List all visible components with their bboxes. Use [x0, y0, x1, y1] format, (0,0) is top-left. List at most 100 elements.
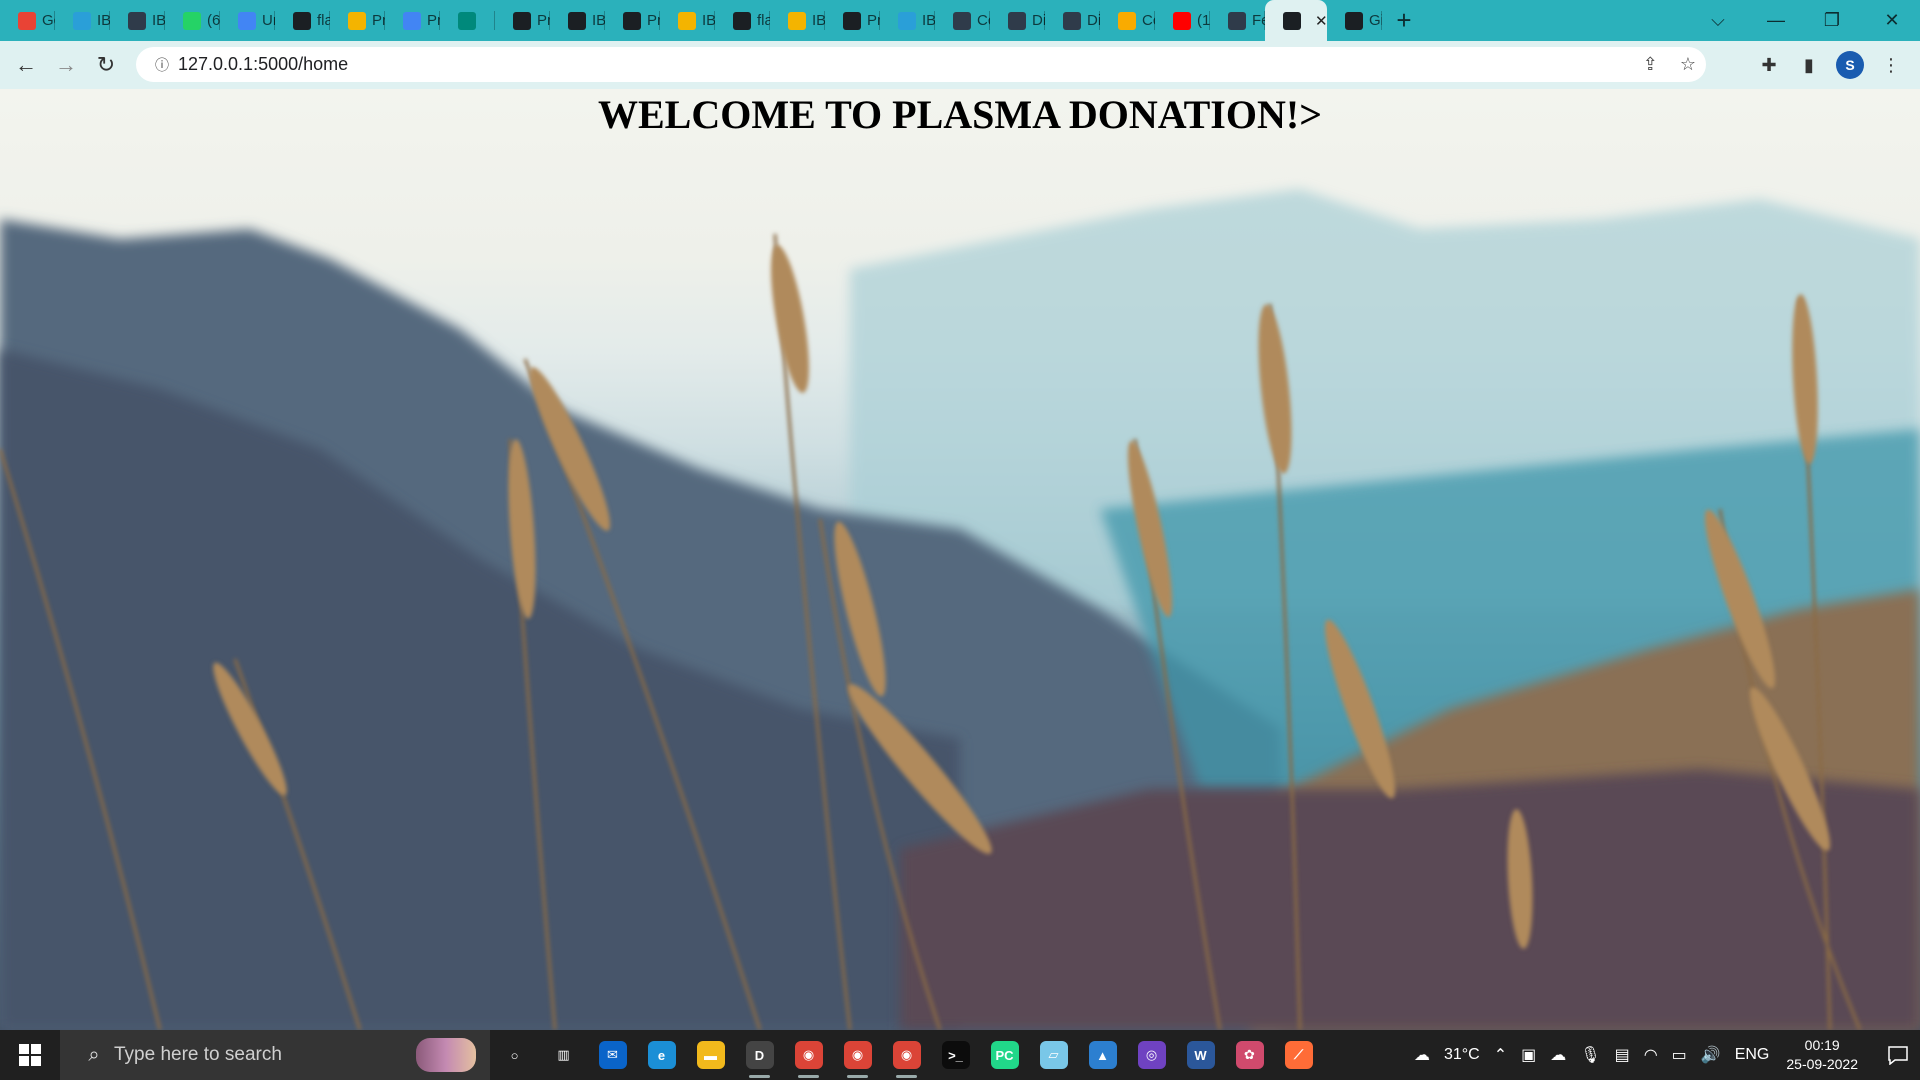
tab[interactable]: IB [550, 0, 605, 41]
tab[interactable]: Di [990, 0, 1045, 41]
site-info-icon[interactable]: ⓘ [146, 55, 178, 75]
taskbar-app[interactable]: PC [980, 1030, 1029, 1080]
file-explorer-icon: ▬ [696, 1041, 725, 1069]
notification-center-icon[interactable] [1876, 1030, 1920, 1080]
minimize-button[interactable]: — [1748, 0, 1804, 41]
tab-active[interactable]: ✕ [1265, 0, 1327, 41]
weather-temperature[interactable]: 31°C [1444, 1046, 1480, 1064]
show-hidden-icons-chevron-icon[interactable]: ⌃ [1494, 1045, 1507, 1065]
taskbar-app[interactable]: ⟋ [1274, 1030, 1323, 1080]
tab[interactable]: Pr [330, 0, 385, 41]
display-icon[interactable]: ▤ [1615, 1045, 1630, 1065]
tab-label: Pr [372, 12, 385, 29]
globe-icon [843, 11, 861, 30]
back-button[interactable]: ← [6, 45, 46, 85]
maximize-button[interactable]: ❐ [1804, 0, 1860, 41]
github-icon [733, 11, 751, 30]
forward-button[interactable]: → [46, 45, 86, 85]
tab[interactable]: Cc [1100, 0, 1155, 41]
weather-cloud-icon[interactable]: ☁ [1414, 1045, 1430, 1065]
side-panel-icon[interactable]: ▮ [1796, 52, 1822, 78]
tab-label: Di [1032, 12, 1045, 29]
taskbar-app[interactable]: ✿ [1225, 1030, 1274, 1080]
tab-label: Ur [262, 12, 275, 29]
taskbar-app[interactable]: ○ [490, 1030, 539, 1080]
tab-label: Di [1087, 12, 1100, 29]
tab[interactable]: fla [715, 0, 770, 41]
tab[interactable]: Gi [1327, 0, 1382, 41]
menu-kebab-icon[interactable]: ⋮ [1878, 52, 1904, 78]
taskbar-app[interactable]: D [735, 1030, 784, 1080]
tab[interactable] [440, 0, 495, 41]
tab[interactable]: (6 [165, 0, 220, 41]
ibm-node-icon [1063, 11, 1081, 30]
search-highlight-image [416, 1038, 476, 1072]
tab-search-chevron-icon[interactable]: ⌵ [1690, 0, 1746, 41]
start-button[interactable] [0, 1030, 60, 1080]
taskbar-app[interactable]: e [637, 1030, 686, 1080]
tab-label: Gc [42, 12, 55, 29]
tab[interactable]: IB [880, 0, 935, 41]
volume-icon[interactable]: 🔊 [1701, 1045, 1721, 1065]
reload-button[interactable]: ↻ [86, 45, 126, 85]
profile-avatar[interactable]: S [1836, 51, 1864, 79]
clock[interactable]: 00:19 25-09-2022 [1786, 1036, 1858, 1074]
search-placeholder: Type here to search [114, 1044, 282, 1065]
tab-label: IB [812, 12, 825, 29]
github-icon [293, 11, 311, 30]
tab[interactable]: Pr [605, 0, 660, 41]
tab[interactable]: fla [275, 0, 330, 41]
taskbar-app[interactable]: ◉ [833, 1030, 882, 1080]
mail-icon: ✉ [598, 1041, 627, 1069]
taskbar-app[interactable]: ◉ [784, 1030, 833, 1080]
address-bar[interactable]: ⓘ 127.0.0.1:5000/home ⇪ ☆ [136, 47, 1706, 82]
taskbar-app[interactable]: ◎ [1127, 1030, 1176, 1080]
github-desktop-icon: ◎ [1137, 1041, 1166, 1069]
taskbar-app[interactable]: ◉ [882, 1030, 931, 1080]
tab[interactable]: IB [110, 0, 165, 41]
close-window-button[interactable]: ✕ [1864, 0, 1920, 41]
tab-label: Pr [647, 12, 660, 29]
tab[interactable]: Di [1045, 0, 1100, 41]
new-tab-button[interactable]: + [1382, 0, 1426, 41]
taskbar-app[interactable]: W [1176, 1030, 1225, 1080]
tab[interactable]: IB [770, 0, 825, 41]
background-landscape-image [0, 189, 1920, 1030]
bookmark-star-icon[interactable]: ☆ [1680, 54, 1696, 75]
ibm-cloud-icon [898, 11, 916, 30]
tab[interactable]: Cc [935, 0, 990, 41]
meet-now-icon[interactable]: ▣ [1521, 1045, 1536, 1065]
tab[interactable]: Gc [0, 0, 55, 41]
tab[interactable]: Pr [825, 0, 880, 41]
share-icon[interactable]: ⇪ [1643, 54, 1658, 75]
tab[interactable]: IB [660, 0, 715, 41]
extensions-icon[interactable]: ✚ [1756, 52, 1782, 78]
github-icon [568, 11, 586, 30]
url-text[interactable]: 127.0.0.1:5000/home [178, 54, 348, 75]
tab[interactable]: Fe [1210, 0, 1265, 41]
tab[interactable]: Pr [385, 0, 440, 41]
taskbar-app[interactable]: ▱ [1029, 1030, 1078, 1080]
language-indicator[interactable]: ENG [1735, 1046, 1770, 1064]
taskbar-app[interactable]: >_ [931, 1030, 980, 1080]
tab-label: IB [702, 12, 715, 29]
microphone-icon[interactable]: 🎙 [1580, 1045, 1600, 1065]
tab-close-icon[interactable]: ✕ [1315, 12, 1327, 30]
tab[interactable]: (1 [1155, 0, 1210, 41]
tab[interactable]: IB [55, 0, 110, 41]
wifi-icon[interactable]: ◠ [1644, 1045, 1658, 1065]
notepad-icon: ▱ [1039, 1041, 1068, 1069]
clock-time: 00:19 [1804, 1037, 1840, 1053]
onedrive-icon[interactable]: ☁ [1550, 1045, 1566, 1065]
tab[interactable]: Pr [495, 0, 550, 41]
taskbar-app[interactable]: ▬ [686, 1030, 735, 1080]
windows-logo-icon [19, 1044, 41, 1066]
taskbar-app[interactable]: ▥ [539, 1030, 588, 1080]
terminal-icon: >_ [941, 1041, 970, 1069]
ibm-node-icon [1228, 11, 1246, 30]
taskbar-app[interactable]: ✉ [588, 1030, 637, 1080]
tab[interactable]: Ur [220, 0, 275, 41]
taskbar-app[interactable]: ▲ [1078, 1030, 1127, 1080]
taskbar-search-box[interactable]: ⌕ Type here to search [60, 1030, 490, 1080]
battery-icon[interactable]: ▭ [1672, 1045, 1687, 1065]
